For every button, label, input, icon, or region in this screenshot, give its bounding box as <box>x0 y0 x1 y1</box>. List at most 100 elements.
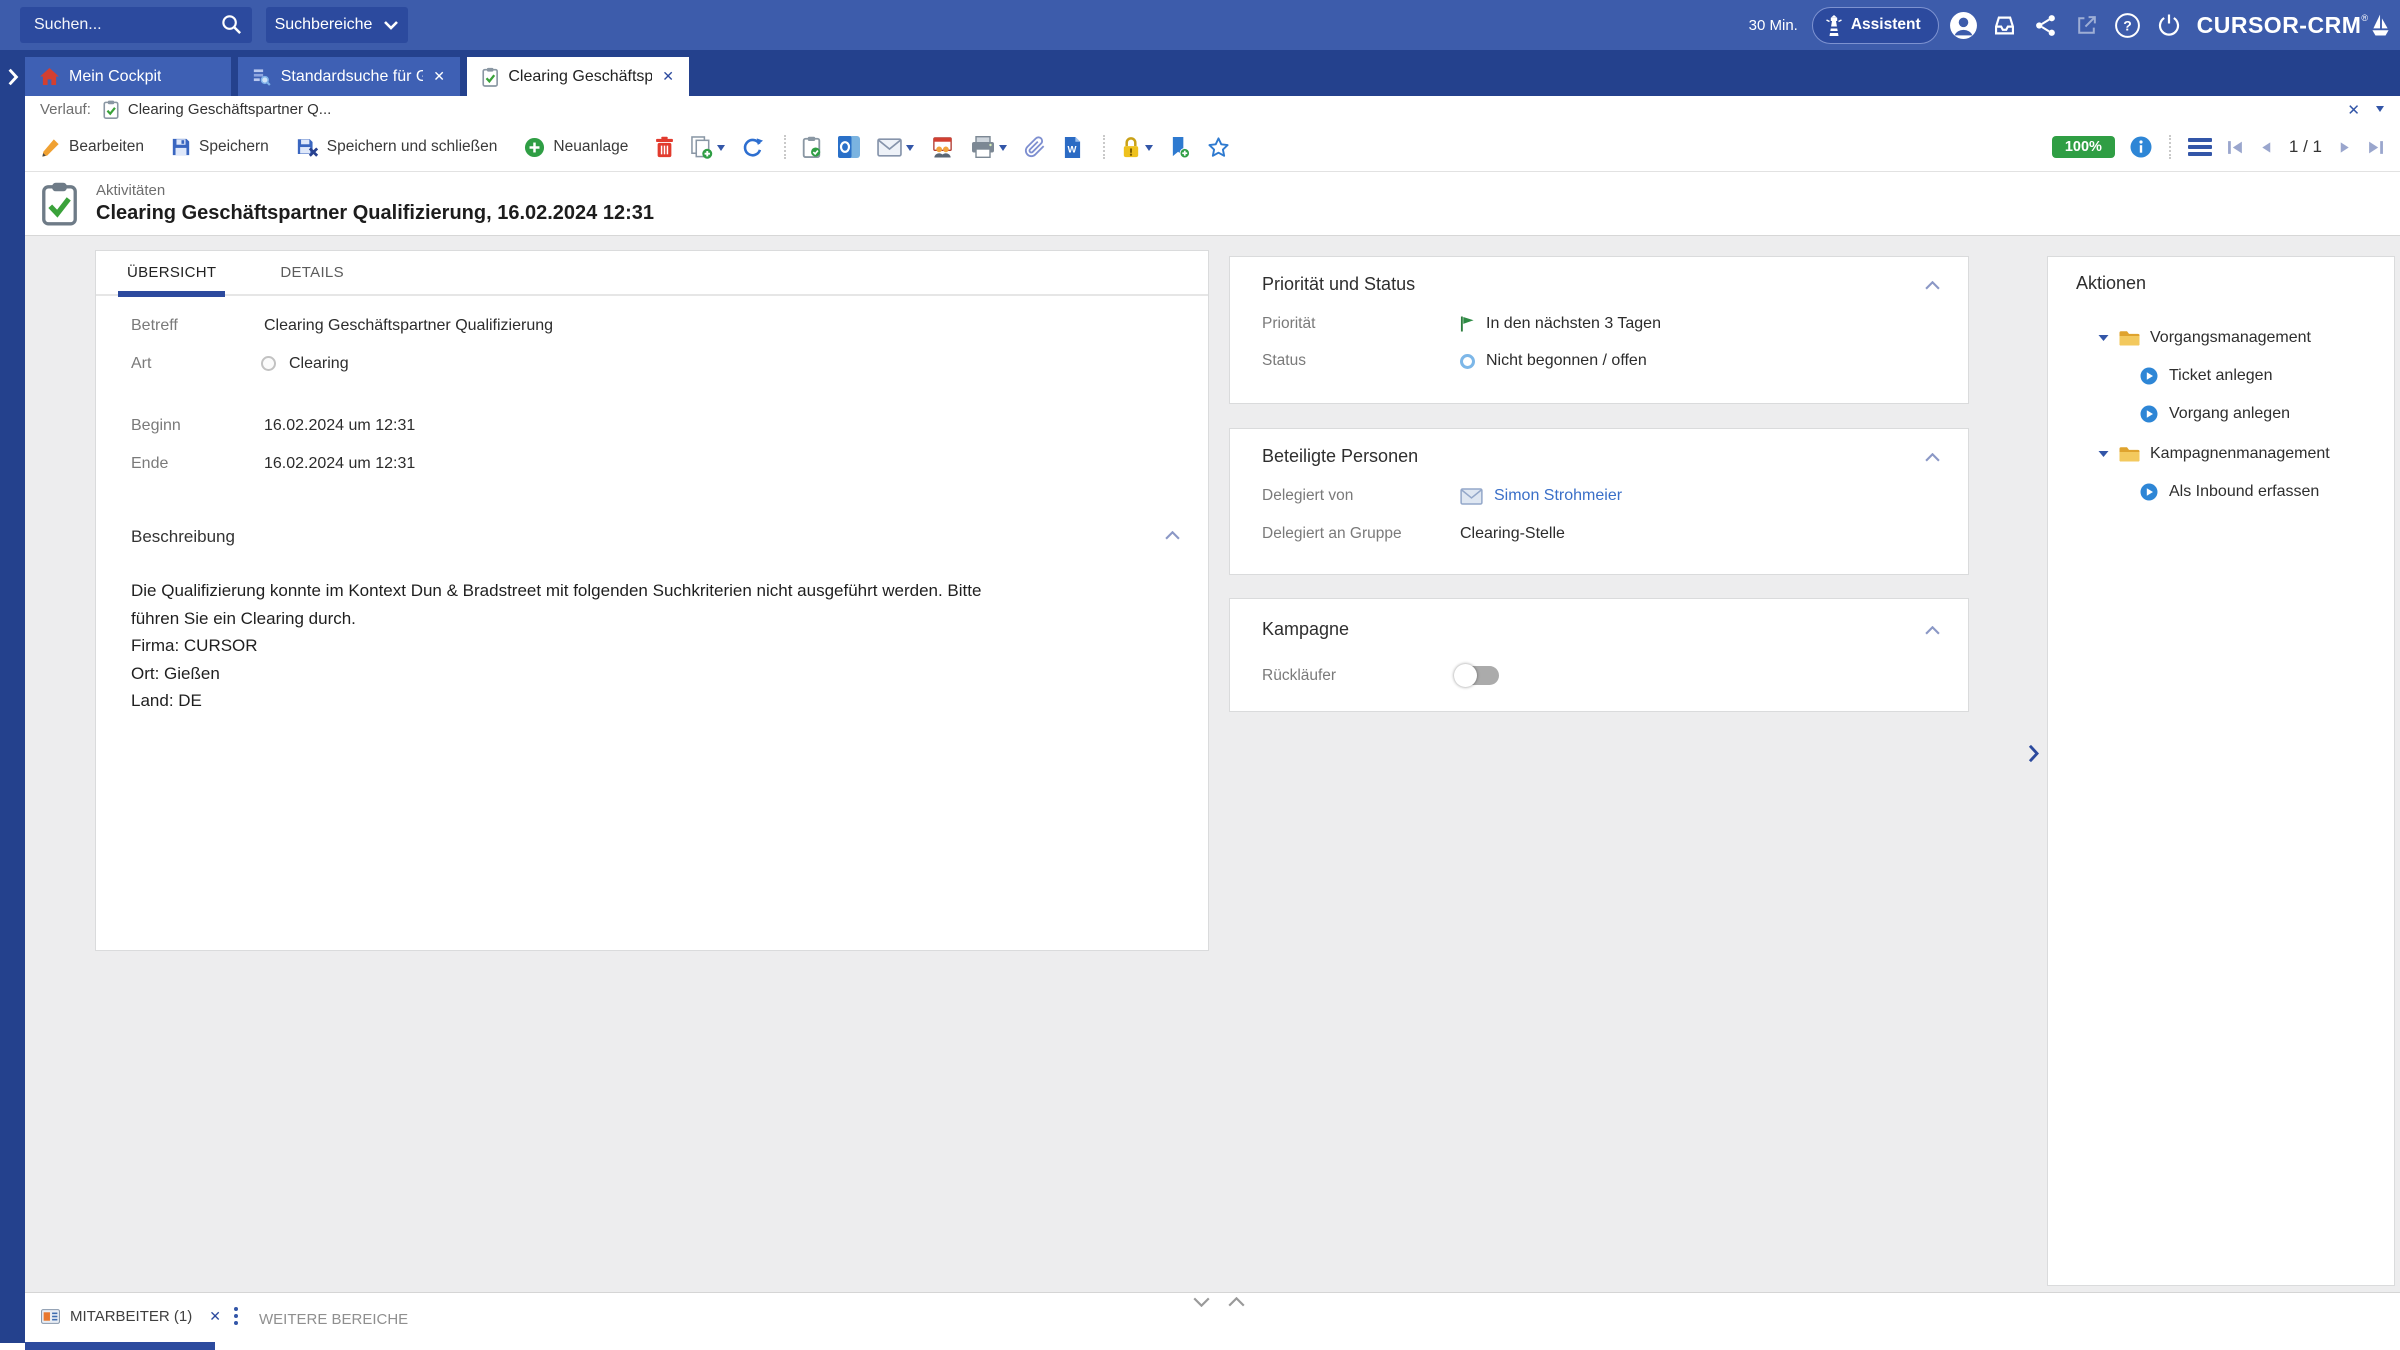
row-label: Priorität <box>1262 315 1315 333</box>
persons-panel: Beteiligte Personen Delegiert von Simon … <box>1229 428 1969 575</box>
history-item-link[interactable]: Clearing Geschäftspartner Q... <box>128 101 331 118</box>
history-dropdown-icon[interactable] <box>2376 106 2384 116</box>
search-box[interactable] <box>20 7 252 43</box>
appointment-button[interactable] <box>931 136 954 158</box>
action-group-vorgangsmanagement[interactable]: Vorgangsmanagement <box>2098 329 2311 347</box>
email-button[interactable] <box>877 138 914 157</box>
tab-uebersicht[interactable]: ÜBERSICHT <box>118 251 225 294</box>
action-vorgang-anlegen[interactable]: Vorgang anlegen <box>2140 405 2290 423</box>
row-label: Status <box>1262 352 1306 370</box>
home-icon <box>40 68 59 85</box>
status-open-icon <box>1460 354 1475 369</box>
permissions-button[interactable] <box>1121 136 1153 159</box>
email-dropdown-icon[interactable] <box>906 145 914 155</box>
outlook-button[interactable] <box>838 136 860 158</box>
more-areas-label[interactable]: WEITERE BEREICHE <box>259 1311 408 1328</box>
expand-nav-icon[interactable] <box>7 68 19 86</box>
radio-icon[interactable] <box>261 356 276 371</box>
refresh-button[interactable] <box>742 137 763 158</box>
attachment-button[interactable] <box>1024 136 1046 158</box>
print-button[interactable] <box>971 136 1007 158</box>
print-dropdown-icon[interactable] <box>999 145 1007 155</box>
close-bottom-tab-icon[interactable]: ✕ <box>209 1308 221 1325</box>
permissions-dropdown-icon[interactable] <box>1145 145 1153 155</box>
employee-card-icon <box>41 1309 60 1324</box>
close-tab-icon[interactable]: ✕ <box>662 68 674 85</box>
action-als-inbound-erfassen[interactable]: Als Inbound erfassen <box>2140 483 2319 501</box>
action-group-label: Vorgangsmanagement <box>2150 329 2311 347</box>
share-icon[interactable] <box>2030 9 2062 41</box>
document-tabbar: Mein Cockpit Standardsuche für G... ✕ Cl… <box>0 50 2400 96</box>
row-label: Rückläufer <box>1262 667 1336 685</box>
last-page-icon[interactable] <box>2367 139 2384 156</box>
caret-down-icon[interactable] <box>2098 450 2109 458</box>
actions-panel: Aktionen Vorgangsmanagement Ticket anleg… <box>2047 256 2395 1286</box>
expand-bottom-icon[interactable] <box>1228 1294 1245 1312</box>
panel-title: Kampagne <box>1262 619 1349 640</box>
field-label: Beginn <box>131 417 181 435</box>
tab-standardsuche[interactable]: Standardsuche für G... ✕ <box>238 57 460 96</box>
expand-panel-icon[interactable] <box>2027 744 2040 763</box>
collapse-bottom-icon[interactable] <box>1193 1294 1210 1312</box>
sailboat-icon <box>2371 14 2390 37</box>
close-tab-icon[interactable]: ✕ <box>433 68 445 85</box>
previous-page-icon[interactable] <box>2259 140 2274 155</box>
external-link-icon[interactable] <box>2071 9 2103 41</box>
bookmark-plus-icon <box>1170 136 1190 159</box>
tab-mein-cockpit[interactable]: Mein Cockpit <box>25 57 231 96</box>
actions-title: Aktionen <box>2076 273 2146 294</box>
menu-icon[interactable] <box>2188 138 2212 156</box>
save-and-close-button[interactable]: Speichern und schließen <box>296 137 498 158</box>
panel-title: Beteiligte Personen <box>1262 446 1418 467</box>
word-export-button[interactable]: W <box>1063 136 1082 159</box>
delete-button[interactable] <box>655 136 674 158</box>
new-record-button[interactable]: Neuanlage <box>524 137 628 158</box>
inbox-icon[interactable] <box>1989 9 2021 41</box>
quality-badge[interactable]: 100% <box>2052 136 2115 158</box>
favorite-button[interactable] <box>1207 136 1230 159</box>
search-list-icon <box>253 67 271 87</box>
bottom-tab-mitarbeiter[interactable]: MITARBEITER (1) ✕ <box>41 1308 221 1325</box>
more-areas-icon[interactable] <box>234 1307 238 1325</box>
toolbar-separator <box>1103 135 1105 159</box>
paperclip-icon <box>1024 136 1046 158</box>
field-label: Ende <box>131 455 168 473</box>
search-input[interactable] <box>20 7 252 43</box>
tab-clearing-active[interactable]: Clearing Geschäftspa... ✕ <box>467 57 689 96</box>
help-icon[interactable]: ? <box>2112 9 2144 41</box>
action-ticket-anlegen[interactable]: Ticket anlegen <box>2140 367 2272 385</box>
caret-down-icon[interactable] <box>2098 334 2109 342</box>
clear-history-icon[interactable]: ✕ <box>2347 101 2360 119</box>
first-page-icon[interactable] <box>2227 139 2244 156</box>
returns-toggle[interactable] <box>1454 664 1500 687</box>
action-group-label: Kampagnenmanagement <box>2150 445 2330 463</box>
outlook-icon <box>838 136 860 158</box>
search-icon[interactable] <box>220 13 243 36</box>
assistant-button[interactable]: Assistent <box>1812 7 1939 44</box>
bookmark-button[interactable] <box>1170 136 1190 159</box>
account-icon[interactable] <box>1948 9 1980 41</box>
collapse-panel-icon[interactable] <box>1925 626 1940 635</box>
edit-button[interactable]: Bearbeiten <box>40 137 144 158</box>
lock-icon <box>1121 136 1141 159</box>
power-logout-icon[interactable] <box>2153 9 2185 41</box>
collapse-panel-icon[interactable] <box>1925 453 1940 462</box>
refresh-icon <box>742 137 763 158</box>
returns-row: Rückläufer <box>1262 667 1936 691</box>
toolbar-separator <box>2169 135 2171 159</box>
green-flag-icon <box>1460 315 1475 333</box>
collapse-description-icon[interactable] <box>1165 531 1180 540</box>
collapse-panel-icon[interactable] <box>1925 281 1940 290</box>
search-scopes-button[interactable]: Suchbereiche <box>266 7 408 43</box>
copy-record-button[interactable] <box>691 136 725 159</box>
tab-details[interactable]: DETAILS <box>271 251 353 294</box>
mail-icon[interactable] <box>1460 488 1483 505</box>
action-group-kampagnenmanagement[interactable]: Kampagnenmanagement <box>2098 445 2330 463</box>
copy-dropdown-icon[interactable] <box>717 145 725 155</box>
next-page-icon[interactable] <box>2337 140 2352 155</box>
save-button[interactable]: Speichern <box>171 137 269 157</box>
delegated-by-link[interactable]: Simon Strohmeier <box>1494 487 1622 505</box>
edit-label: Bearbeiten <box>69 138 144 156</box>
info-icon[interactable] <box>2130 136 2152 158</box>
activity-clipboard-button[interactable] <box>802 136 821 158</box>
